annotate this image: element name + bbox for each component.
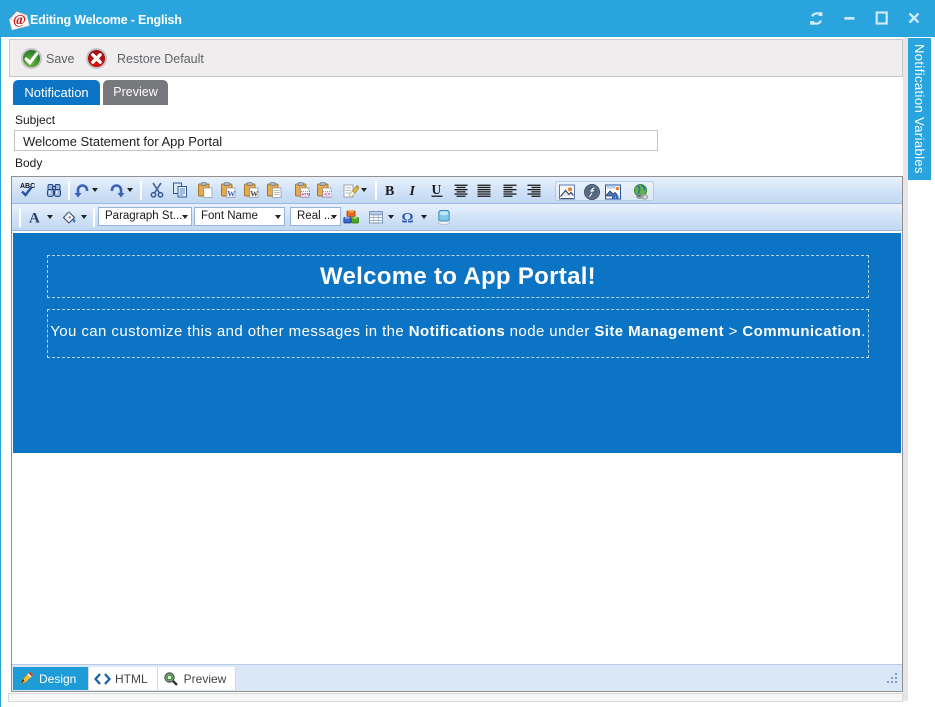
svg-text:@: @ [13, 13, 26, 28]
svg-text:A: A [29, 211, 40, 226]
svg-text:I: I [409, 184, 416, 198]
svg-text:U: U [432, 182, 442, 197]
svg-text:HTML: HTML [302, 192, 310, 197]
svg-text:W: W [250, 190, 258, 198]
svg-text:B: B [385, 184, 394, 198]
svg-text:W: W [227, 190, 235, 198]
svg-text:Ω: Ω [402, 211, 414, 226]
svg-text:ABC: ABC [20, 183, 35, 190]
svg-text:<>: <> [324, 192, 330, 198]
